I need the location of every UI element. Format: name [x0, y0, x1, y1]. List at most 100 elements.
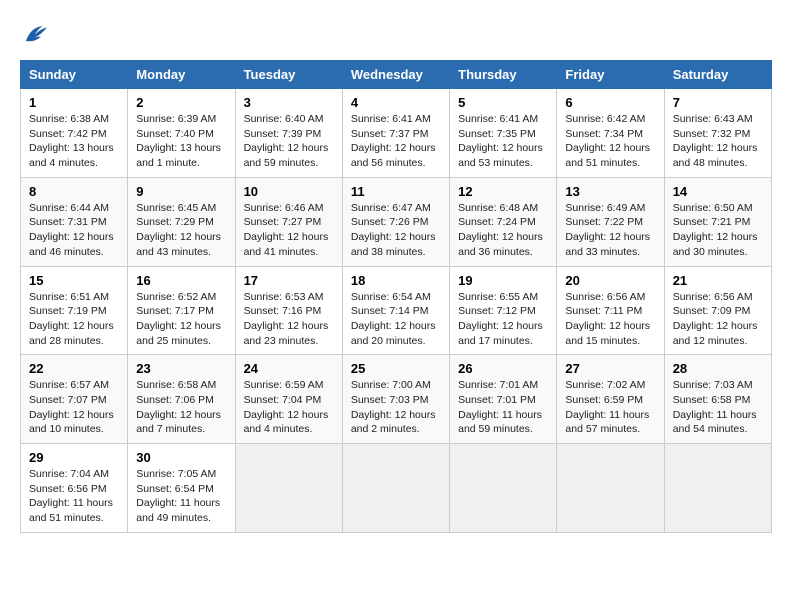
- day-cell: 23 Sunrise: 6:58 AM Sunset: 7:06 PM Dayl…: [128, 355, 235, 444]
- day-number: 1: [29, 95, 119, 110]
- day-number: 17: [244, 273, 334, 288]
- day-info: Sunrise: 6:55 AM Sunset: 7:12 PM Dayligh…: [458, 290, 548, 349]
- day-info: Sunrise: 6:45 AM Sunset: 7:29 PM Dayligh…: [136, 201, 226, 260]
- day-number: 26: [458, 361, 548, 376]
- day-info: Sunrise: 6:43 AM Sunset: 7:32 PM Dayligh…: [673, 112, 763, 171]
- day-info: Sunrise: 6:53 AM Sunset: 7:16 PM Dayligh…: [244, 290, 334, 349]
- day-number: 7: [673, 95, 763, 110]
- week-row-4: 22 Sunrise: 6:57 AM Sunset: 7:07 PM Dayl…: [21, 355, 772, 444]
- day-cell: 22 Sunrise: 6:57 AM Sunset: 7:07 PM Dayl…: [21, 355, 128, 444]
- day-info: Sunrise: 6:58 AM Sunset: 7:06 PM Dayligh…: [136, 378, 226, 437]
- day-number: 18: [351, 273, 441, 288]
- day-cell: 14 Sunrise: 6:50 AM Sunset: 7:21 PM Dayl…: [664, 177, 771, 266]
- day-number: 5: [458, 95, 548, 110]
- day-info: Sunrise: 6:46 AM Sunset: 7:27 PM Dayligh…: [244, 201, 334, 260]
- week-row-5: 29 Sunrise: 7:04 AM Sunset: 6:56 PM Dayl…: [21, 444, 772, 533]
- header-day-saturday: Saturday: [664, 61, 771, 89]
- day-number: 8: [29, 184, 119, 199]
- day-number: 28: [673, 361, 763, 376]
- day-number: 27: [565, 361, 655, 376]
- day-cell: 12 Sunrise: 6:48 AM Sunset: 7:24 PM Dayl…: [450, 177, 557, 266]
- day-cell: 27 Sunrise: 7:02 AM Sunset: 6:59 PM Dayl…: [557, 355, 664, 444]
- day-info: Sunrise: 6:42 AM Sunset: 7:34 PM Dayligh…: [565, 112, 655, 171]
- day-cell: 24 Sunrise: 6:59 AM Sunset: 7:04 PM Dayl…: [235, 355, 342, 444]
- day-cell: 21 Sunrise: 6:56 AM Sunset: 7:09 PM Dayl…: [664, 266, 771, 355]
- day-cell: 30 Sunrise: 7:05 AM Sunset: 6:54 PM Dayl…: [128, 444, 235, 533]
- day-cell: 6 Sunrise: 6:42 AM Sunset: 7:34 PM Dayli…: [557, 89, 664, 178]
- day-number: 2: [136, 95, 226, 110]
- day-cell: 20 Sunrise: 6:56 AM Sunset: 7:11 PM Dayl…: [557, 266, 664, 355]
- day-info: Sunrise: 6:50 AM Sunset: 7:21 PM Dayligh…: [673, 201, 763, 260]
- day-info: Sunrise: 6:57 AM Sunset: 7:07 PM Dayligh…: [29, 378, 119, 437]
- day-cell: [235, 444, 342, 533]
- day-number: 10: [244, 184, 334, 199]
- day-number: 24: [244, 361, 334, 376]
- day-number: 29: [29, 450, 119, 465]
- day-info: Sunrise: 7:04 AM Sunset: 6:56 PM Dayligh…: [29, 467, 119, 526]
- day-info: Sunrise: 6:44 AM Sunset: 7:31 PM Dayligh…: [29, 201, 119, 260]
- header-day-monday: Monday: [128, 61, 235, 89]
- day-cell: 8 Sunrise: 6:44 AM Sunset: 7:31 PM Dayli…: [21, 177, 128, 266]
- day-cell: 26 Sunrise: 7:01 AM Sunset: 7:01 PM Dayl…: [450, 355, 557, 444]
- day-cell: 3 Sunrise: 6:40 AM Sunset: 7:39 PM Dayli…: [235, 89, 342, 178]
- day-info: Sunrise: 6:41 AM Sunset: 7:35 PM Dayligh…: [458, 112, 548, 171]
- day-cell: 13 Sunrise: 6:49 AM Sunset: 7:22 PM Dayl…: [557, 177, 664, 266]
- day-info: Sunrise: 6:41 AM Sunset: 7:37 PM Dayligh…: [351, 112, 441, 171]
- calendar-table: SundayMondayTuesdayWednesdayThursdayFrid…: [20, 60, 772, 533]
- day-info: Sunrise: 6:56 AM Sunset: 7:11 PM Dayligh…: [565, 290, 655, 349]
- day-info: Sunrise: 6:39 AM Sunset: 7:40 PM Dayligh…: [136, 112, 226, 171]
- day-cell: 4 Sunrise: 6:41 AM Sunset: 7:37 PM Dayli…: [342, 89, 449, 178]
- day-info: Sunrise: 7:05 AM Sunset: 6:54 PM Dayligh…: [136, 467, 226, 526]
- day-info: Sunrise: 6:48 AM Sunset: 7:24 PM Dayligh…: [458, 201, 548, 260]
- day-number: 12: [458, 184, 548, 199]
- page-header: [20, 20, 772, 50]
- day-cell: [557, 444, 664, 533]
- day-cell: 28 Sunrise: 7:03 AM Sunset: 6:58 PM Dayl…: [664, 355, 771, 444]
- day-number: 13: [565, 184, 655, 199]
- day-number: 22: [29, 361, 119, 376]
- day-info: Sunrise: 6:51 AM Sunset: 7:19 PM Dayligh…: [29, 290, 119, 349]
- day-cell: 25 Sunrise: 7:00 AM Sunset: 7:03 PM Dayl…: [342, 355, 449, 444]
- day-number: 21: [673, 273, 763, 288]
- day-info: Sunrise: 7:00 AM Sunset: 7:03 PM Dayligh…: [351, 378, 441, 437]
- day-cell: 29 Sunrise: 7:04 AM Sunset: 6:56 PM Dayl…: [21, 444, 128, 533]
- day-number: 16: [136, 273, 226, 288]
- day-number: 19: [458, 273, 548, 288]
- day-cell: 10 Sunrise: 6:46 AM Sunset: 7:27 PM Dayl…: [235, 177, 342, 266]
- day-cell: [342, 444, 449, 533]
- day-number: 20: [565, 273, 655, 288]
- day-info: Sunrise: 6:56 AM Sunset: 7:09 PM Dayligh…: [673, 290, 763, 349]
- header-day-thursday: Thursday: [450, 61, 557, 89]
- day-info: Sunrise: 7:02 AM Sunset: 6:59 PM Dayligh…: [565, 378, 655, 437]
- week-row-1: 1 Sunrise: 6:38 AM Sunset: 7:42 PM Dayli…: [21, 89, 772, 178]
- day-number: 15: [29, 273, 119, 288]
- day-number: 25: [351, 361, 441, 376]
- day-info: Sunrise: 6:40 AM Sunset: 7:39 PM Dayligh…: [244, 112, 334, 171]
- day-cell: 19 Sunrise: 6:55 AM Sunset: 7:12 PM Dayl…: [450, 266, 557, 355]
- day-info: Sunrise: 6:59 AM Sunset: 7:04 PM Dayligh…: [244, 378, 334, 437]
- day-number: 4: [351, 95, 441, 110]
- day-cell: 1 Sunrise: 6:38 AM Sunset: 7:42 PM Dayli…: [21, 89, 128, 178]
- week-row-2: 8 Sunrise: 6:44 AM Sunset: 7:31 PM Dayli…: [21, 177, 772, 266]
- header-day-wednesday: Wednesday: [342, 61, 449, 89]
- day-info: Sunrise: 6:54 AM Sunset: 7:14 PM Dayligh…: [351, 290, 441, 349]
- day-number: 11: [351, 184, 441, 199]
- day-number: 3: [244, 95, 334, 110]
- day-number: 9: [136, 184, 226, 199]
- day-number: 14: [673, 184, 763, 199]
- logo-icon: [20, 20, 50, 50]
- header-day-friday: Friday: [557, 61, 664, 89]
- day-cell: 17 Sunrise: 6:53 AM Sunset: 7:16 PM Dayl…: [235, 266, 342, 355]
- day-number: 6: [565, 95, 655, 110]
- day-number: 30: [136, 450, 226, 465]
- calendar-body: 1 Sunrise: 6:38 AM Sunset: 7:42 PM Dayli…: [21, 89, 772, 533]
- day-cell: 9 Sunrise: 6:45 AM Sunset: 7:29 PM Dayli…: [128, 177, 235, 266]
- day-info: Sunrise: 6:49 AM Sunset: 7:22 PM Dayligh…: [565, 201, 655, 260]
- day-info: Sunrise: 7:01 AM Sunset: 7:01 PM Dayligh…: [458, 378, 548, 437]
- header-day-sunday: Sunday: [21, 61, 128, 89]
- logo: [20, 20, 54, 50]
- week-row-3: 15 Sunrise: 6:51 AM Sunset: 7:19 PM Dayl…: [21, 266, 772, 355]
- day-cell: 11 Sunrise: 6:47 AM Sunset: 7:26 PM Dayl…: [342, 177, 449, 266]
- day-number: 23: [136, 361, 226, 376]
- day-cell: [664, 444, 771, 533]
